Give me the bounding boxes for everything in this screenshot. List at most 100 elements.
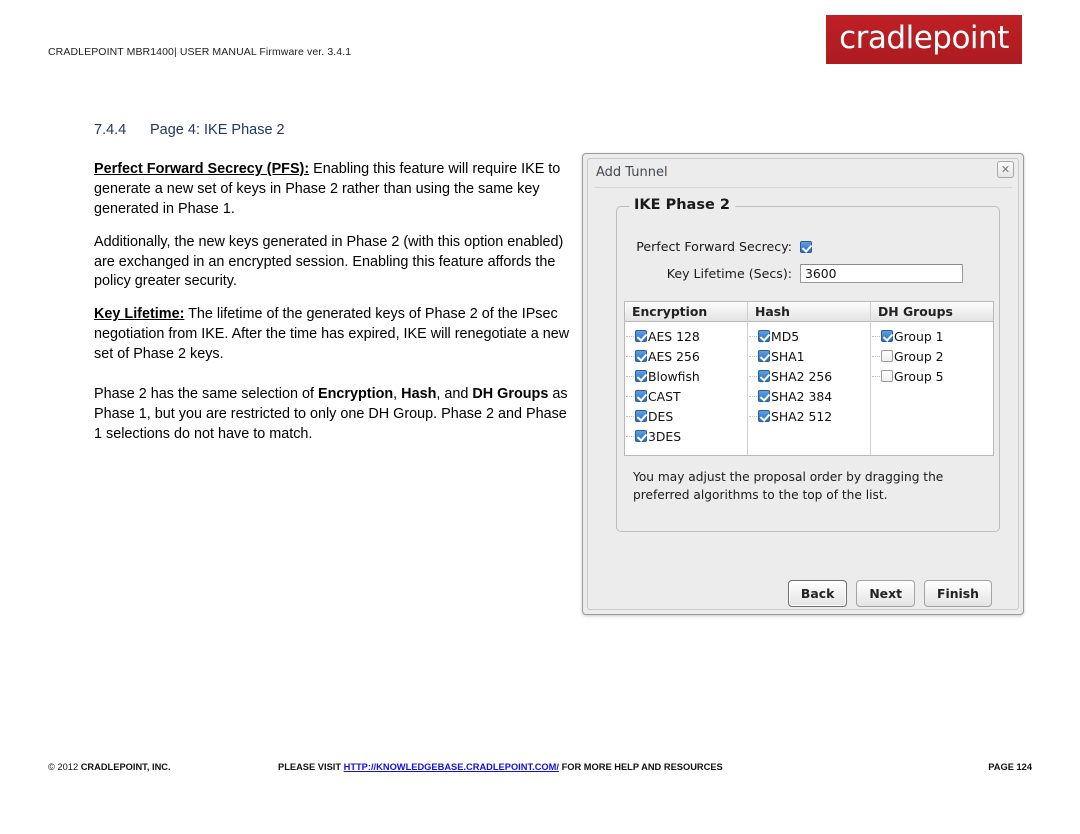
list-item[interactable]: SHA2 256 bbox=[748, 366, 870, 386]
list-item[interactable]: Group 5 bbox=[871, 366, 993, 386]
tree-line bbox=[626, 336, 634, 337]
footer-visit-line: PLEASE VISIT HTTP://KNOWLEDGEBASE.CRADLE… bbox=[278, 762, 723, 772]
cradlepoint-logo: cradlepoint bbox=[826, 15, 1022, 64]
section-heading: 7.4.4 Page 4: IKE Phase 2 bbox=[94, 122, 285, 138]
list-item[interactable]: Group 1 bbox=[871, 326, 993, 346]
pfs-term: Perfect Forward Secrecy (PFS): bbox=[94, 161, 310, 177]
column-header-dh-groups: DH Groups bbox=[871, 302, 993, 322]
header-meta-text: CRADLEPOINT MBR1400| USER MANUAL Firmwar… bbox=[48, 46, 352, 58]
footer-visit-suffix: FOR MORE HELP AND RESOURCES bbox=[559, 762, 723, 772]
key-lifetime-term: Key Lifetime: bbox=[94, 306, 185, 323]
option-label: CAST bbox=[648, 388, 681, 404]
option-checkbox[interactable] bbox=[635, 330, 647, 342]
phase2-text-2: , bbox=[393, 385, 402, 402]
option-label: Group 1 bbox=[894, 328, 944, 344]
back-button[interactable]: Back bbox=[787, 580, 848, 607]
dialog-titlebar: Add Tunnel ✕ bbox=[588, 159, 1018, 185]
paragraph-additional: Additionally, the new keys generated in … bbox=[94, 233, 572, 293]
logo-text: cradlepoint bbox=[839, 19, 1009, 56]
page-footer: © 2012 CRADLEPOINT, INC. PLEASE VISIT HT… bbox=[0, 762, 1080, 782]
list-item[interactable]: DES bbox=[625, 406, 747, 426]
list-item[interactable]: 3DES bbox=[625, 426, 747, 446]
pfs-label: Perfect Forward Secrecy: bbox=[636, 239, 792, 254]
key-lifetime-input[interactable] bbox=[800, 264, 963, 283]
ike-phase2-fieldset: IKE Phase 2 Perfect Forward Secrecy: Key… bbox=[616, 197, 1000, 532]
add-tunnel-dialog: Add Tunnel ✕ IKE Phase 2 Perfect Forward… bbox=[582, 153, 1024, 615]
column-dh-groups: DH Groups Group 1 Group 2 Group 5 bbox=[871, 302, 993, 455]
footer-visit-prefix: PLEASE VISIT bbox=[278, 762, 344, 772]
option-checkbox[interactable] bbox=[881, 330, 893, 342]
option-label: AES 128 bbox=[648, 328, 700, 344]
key-lifetime-label: Key Lifetime (Secs): bbox=[666, 266, 792, 281]
option-label: 3DES bbox=[648, 428, 682, 444]
dialog-button-bar: Back Next Finish bbox=[787, 580, 992, 607]
phase2-bold-dh-groups: DH Groups bbox=[472, 385, 549, 402]
key-lifetime-row: Key Lifetime (Secs): bbox=[632, 264, 963, 283]
tree-line bbox=[626, 396, 634, 397]
list-item[interactable]: MD5 bbox=[748, 326, 870, 346]
option-checkbox[interactable] bbox=[635, 350, 647, 362]
option-checkbox[interactable] bbox=[635, 370, 647, 382]
proposal-table: Encryption AES 128 AES 256 Blowfish CAST… bbox=[624, 301, 994, 456]
option-checkbox[interactable] bbox=[881, 370, 893, 382]
option-label: Group 5 bbox=[894, 368, 944, 384]
tree-line bbox=[872, 376, 880, 377]
pfs-checkbox[interactable] bbox=[800, 240, 812, 253]
paragraph-key-lifetime: Key Lifetime: The lifetime of the genera… bbox=[94, 305, 572, 365]
list-item[interactable]: AES 128 bbox=[625, 326, 747, 346]
close-icon[interactable]: ✕ bbox=[997, 161, 1014, 178]
option-checkbox[interactable] bbox=[758, 350, 770, 362]
list-item[interactable]: SHA2 384 bbox=[748, 386, 870, 406]
tree-line bbox=[626, 356, 634, 357]
dialog-body: IKE Phase 2 Perfect Forward Secrecy: Key… bbox=[594, 187, 1012, 607]
option-list-dh-groups: Group 1 Group 2 Group 5 bbox=[871, 322, 993, 386]
option-label: SHA2 384 bbox=[771, 388, 833, 404]
column-header-encryption: Encryption bbox=[625, 302, 747, 322]
option-label: DES bbox=[648, 408, 674, 424]
section-number: 7.4.4 bbox=[94, 122, 127, 138]
tree-line bbox=[626, 436, 634, 437]
tree-line bbox=[872, 336, 880, 337]
option-checkbox[interactable] bbox=[758, 410, 770, 422]
tree-line bbox=[626, 416, 634, 417]
option-checkbox[interactable] bbox=[758, 370, 770, 382]
option-list-hash: MD5 SHA1 SHA2 256 SHA2 384 SHA2 512 bbox=[748, 322, 870, 426]
perfect-forward-secrecy-row: Perfect Forward Secrecy: bbox=[632, 239, 812, 254]
option-label: SHA1 bbox=[771, 348, 805, 364]
footer-copyright-year: © 2012 bbox=[48, 762, 81, 772]
option-checkbox[interactable] bbox=[635, 410, 647, 422]
tree-line bbox=[749, 376, 757, 377]
next-button[interactable]: Next bbox=[856, 580, 916, 607]
phase2-text-3: , and bbox=[436, 385, 473, 402]
footer-knowledgebase-link[interactable]: HTTP://KNOWLEDGEBASE.CRADLEPOINT.COM/ bbox=[344, 762, 559, 772]
list-item[interactable]: SHA2 512 bbox=[748, 406, 870, 426]
list-item[interactable]: Group 2 bbox=[871, 346, 993, 366]
option-checkbox[interactable] bbox=[881, 350, 893, 362]
phase2-bold-hash: Hash bbox=[401, 385, 437, 402]
footer-company: CRADLEPOINT, INC. bbox=[80, 762, 171, 772]
list-item[interactable]: CAST bbox=[625, 386, 747, 406]
fieldset-legend: IKE Phase 2 bbox=[629, 197, 735, 213]
column-encryption: Encryption AES 128 AES 256 Blowfish CAST… bbox=[625, 302, 748, 455]
option-checkbox[interactable] bbox=[758, 390, 770, 402]
footer-page-number: PAGE 124 bbox=[988, 762, 1032, 772]
option-label: SHA2 256 bbox=[771, 368, 833, 384]
tree-line bbox=[872, 356, 880, 357]
list-item[interactable]: AES 256 bbox=[625, 346, 747, 366]
additional-description: Additionally, the new keys generated in … bbox=[94, 233, 564, 290]
finish-button[interactable]: Finish bbox=[924, 580, 992, 607]
section-title: Page 4: IKE Phase 2 bbox=[150, 122, 285, 138]
column-hash: Hash MD5 SHA1 SHA2 256 SHA2 384 SHA2 512 bbox=[748, 302, 871, 455]
option-checkbox[interactable] bbox=[758, 330, 770, 342]
list-item[interactable]: SHA1 bbox=[748, 346, 870, 366]
footer-copyright: © 2012 CRADLEPOINT, INC. bbox=[48, 762, 171, 772]
list-item[interactable]: Blowfish bbox=[625, 366, 747, 386]
option-checkbox[interactable] bbox=[635, 430, 647, 442]
body-copy: Perfect Forward Secrecy (PFS): Enabling … bbox=[94, 160, 572, 458]
option-label: Group 2 bbox=[894, 348, 944, 364]
tree-line bbox=[749, 396, 757, 397]
tree-line bbox=[626, 376, 634, 377]
paragraph-phase2-selection: Phase 2 has the same selection of Encryp… bbox=[94, 385, 572, 445]
option-label: AES 256 bbox=[648, 348, 700, 364]
option-checkbox[interactable] bbox=[635, 390, 647, 402]
